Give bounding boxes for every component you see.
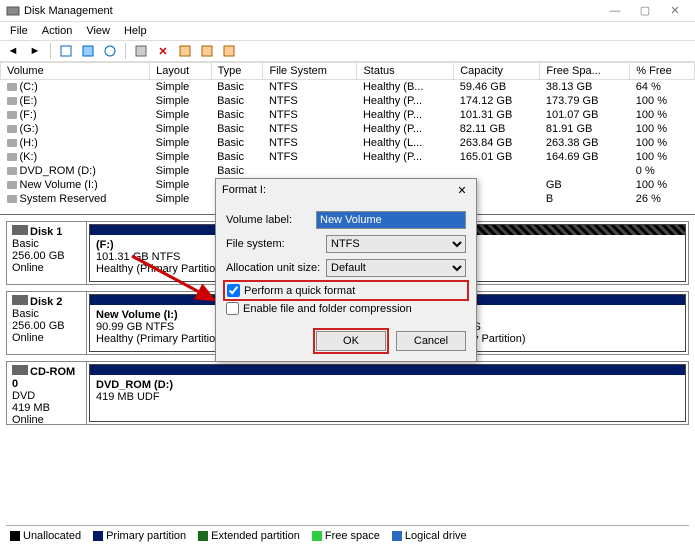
titlebar: Disk Management — ▢ ✕ [0, 0, 695, 22]
minimize-button[interactable]: — [601, 2, 629, 20]
legend-item: Logical drive [392, 530, 467, 542]
action-icon[interactable] [176, 42, 194, 60]
volume-icon [7, 125, 17, 133]
table-row[interactable]: (H:)SimpleBasicNTFSHealthy (L...263.84 G… [1, 136, 695, 150]
table-row[interactable]: (F:)SimpleBasicNTFSHealthy (P...101.31 G… [1, 108, 695, 122]
help-icon[interactable] [101, 42, 119, 60]
cancel-button[interactable]: Cancel [396, 331, 466, 351]
properties-icon[interactable] [79, 42, 97, 60]
compression-checkbox[interactable] [226, 302, 239, 315]
column-header[interactable]: File System [263, 63, 357, 80]
volume-label-label: Volume label: [226, 214, 316, 226]
column-header[interactable]: Free Spa... [540, 63, 630, 80]
filesystem-select[interactable]: NTFS [326, 235, 466, 253]
legend-item: Extended partition [198, 530, 300, 542]
legend-item: Unallocated [10, 530, 81, 542]
app-icon [6, 4, 20, 18]
disk-header[interactable]: CD-ROM 0DVD419 MBOnline [7, 362, 87, 424]
dialog-titlebar[interactable]: Format I: ✕ [216, 179, 476, 201]
column-header[interactable]: Status [357, 63, 454, 80]
table-row[interactable]: DVD_ROM (D:)SimpleBasic0 % [1, 164, 695, 178]
back-icon[interactable]: ◄ [4, 42, 22, 60]
close-button[interactable]: ✕ [661, 2, 689, 20]
column-header[interactable]: Volume [1, 63, 150, 80]
column-header[interactable]: % Free [630, 63, 695, 80]
quick-format-checkbox[interactable] [227, 284, 240, 297]
filesystem-label: File system: [226, 238, 326, 250]
disk-icon [12, 365, 28, 375]
disk-icon [12, 225, 28, 235]
dialog-close-icon[interactable]: ✕ [454, 182, 470, 198]
volume-icon [7, 139, 17, 147]
menu-view[interactable]: View [86, 25, 110, 37]
disk-icon [12, 295, 28, 305]
volume-label-input[interactable] [316, 211, 466, 229]
toolbar: ◄ ► ✕ [0, 40, 695, 62]
partition[interactable]: DVD_ROM (D:)419 MB UDF [89, 364, 686, 422]
volume-icon [7, 111, 17, 119]
refresh-icon[interactable] [57, 42, 75, 60]
disk-header[interactable]: Disk 2Basic256.00 GBOnline [7, 292, 87, 354]
forward-icon[interactable]: ► [26, 42, 44, 60]
column-header[interactable]: Layout [150, 63, 211, 80]
menu-help[interactable]: Help [124, 25, 147, 37]
volume-icon [7, 181, 17, 189]
menu-file[interactable]: File [10, 25, 28, 37]
compression-label: Enable file and folder compression [243, 303, 412, 315]
table-row[interactable]: (E:)SimpleBasicNTFSHealthy (P...174.12 G… [1, 94, 695, 108]
volume-icon [7, 153, 17, 161]
disk-header[interactable]: Disk 1Basic256.00 GBOnline [7, 222, 87, 284]
volume-icon [7, 83, 17, 91]
grid-icon[interactable] [220, 42, 238, 60]
legend: Unallocated Primary partition Extended par… [6, 525, 689, 542]
table-row[interactable]: (G:)SimpleBasicNTFSHealthy (P...82.11 GB… [1, 122, 695, 136]
volume-icon [7, 97, 17, 105]
menubar: File Action View Help [0, 22, 695, 40]
legend-item: Free space [312, 530, 380, 542]
allocation-label: Allocation unit size: [226, 262, 326, 274]
menu-action[interactable]: Action [42, 25, 73, 37]
quick-format-label: Perform a quick format [244, 285, 355, 297]
column-header[interactable]: Type [211, 63, 263, 80]
delete-icon[interactable]: ✕ [154, 42, 172, 60]
format-dialog: Format I: ✕ Volume label: File system: N… [215, 178, 477, 362]
legend-item: Primary partition [93, 530, 186, 542]
dialog-title: Format I: [222, 184, 454, 196]
table-row[interactable]: (K:)SimpleBasicNTFSHealthy (P...165.01 G… [1, 150, 695, 164]
ok-button[interactable]: OK [316, 331, 386, 351]
volume-icon [7, 167, 17, 175]
list-icon[interactable] [198, 42, 216, 60]
disk-panel: CD-ROM 0DVD419 MBOnlineDVD_ROM (D:)419 M… [6, 361, 689, 425]
maximize-button[interactable]: ▢ [631, 2, 659, 20]
column-header[interactable]: Capacity [454, 63, 540, 80]
volume-icon [7, 195, 17, 203]
window-title: Disk Management [24, 5, 601, 17]
table-row[interactable]: (C:)SimpleBasicNTFSHealthy (B...59.46 GB… [1, 80, 695, 95]
settings-icon[interactable] [132, 42, 150, 60]
allocation-select[interactable]: Default [326, 259, 466, 277]
